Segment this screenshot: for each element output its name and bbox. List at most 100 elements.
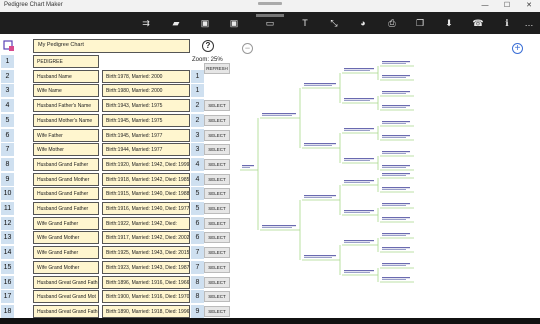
person-name-field[interactable]: Wife Mother — [33, 143, 99, 157]
row-number: 10 — [1, 187, 14, 201]
person-name-field[interactable]: Husband Grand Father — [33, 157, 99, 171]
parent-number: 4 — [191, 172, 204, 186]
person-name-field[interactable]: Wife Name — [33, 84, 99, 98]
person-row: 11 Husband Grand Father Birth:1916, Marrie… — [0, 202, 240, 215]
close-button[interactable]: ✕ — [518, 0, 540, 12]
resize-icon[interactable]: ⤡ — [327, 16, 341, 30]
select-button[interactable]: SELECT — [204, 144, 230, 156]
person-info-field[interactable]: Birth:1945, Married: 1975 — [102, 113, 190, 127]
zoom-out-button[interactable]: − — [242, 43, 253, 54]
select-button[interactable]: SELECT — [204, 114, 230, 126]
person-info-field[interactable]: Birth:1918, Married: 1942, Died: 1985 — [102, 172, 190, 186]
person-info-field[interactable]: Birth:1943, Married: 1975 — [102, 99, 190, 113]
minimize-button[interactable]: — — [474, 0, 496, 12]
person-info-field[interactable]: Birth:1945, Married: 1977 — [102, 128, 190, 142]
tree-gg-grandparent-label — [382, 263, 410, 265]
print-icon[interactable]: ⎙ — [385, 16, 399, 30]
tree-gg-grandparent-label — [382, 105, 410, 107]
person-info-field[interactable]: Birth:1922, Married: 1942, Died: — [102, 216, 190, 230]
person-info-field[interactable]: Birth:1890, Married: 1918, Died: 1996 — [102, 304, 190, 318]
tree-great-grandparent-label — [344, 180, 374, 182]
person-info-field[interactable]: Birth:1925, Married: 1943, Died: 2015 — [102, 246, 190, 260]
person-name-field[interactable]: Husband Grand Father — [33, 202, 99, 215]
open-share-icon[interactable]: ⇉ — [139, 16, 153, 30]
info-icon[interactable]: ℹ — [500, 16, 514, 30]
text-icon[interactable]: T — [298, 16, 312, 30]
refresh-button[interactable]: REFRESH — [204, 62, 230, 74]
person-name-field[interactable]: Husband Grand Father — [33, 187, 99, 201]
parent-number: 7 — [191, 260, 204, 274]
zoom-in-button[interactable]: + — [512, 43, 523, 54]
person-info-field[interactable]: Birth:1900, Married: 1916, Died: 1970 — [102, 290, 190, 304]
maximize-button[interactable]: ☐ — [496, 0, 518, 12]
select-button[interactable]: SELECT — [204, 276, 230, 288]
parent-number: 3 — [191, 143, 204, 157]
person-info-field[interactable]: Birth:1978, Married: 2000 — [102, 69, 190, 83]
select-button[interactable]: SELECT — [204, 158, 230, 170]
person-name-field[interactable]: Wife Grand Father — [33, 246, 99, 260]
person-name-field[interactable]: Husband Mother's Name — [33, 113, 99, 127]
tree-great-grandparent-label — [344, 128, 374, 130]
select-button[interactable]: SELECT — [204, 217, 230, 229]
person-info-field[interactable]: Birth:1916, Married: 1940, Died: 1977 — [102, 202, 190, 215]
person-info-field[interactable]: Birth:1980, Married: 2000 — [102, 84, 190, 98]
person-name-field[interactable]: Wife Grand Father — [33, 216, 99, 230]
person-info-field[interactable]: Birth:1896, Married: 1916, Died: 1966 — [102, 275, 190, 289]
tree-great-grandparent-info — [344, 272, 370, 273]
parent-number: 9 — [191, 304, 204, 318]
row-number: 3 — [1, 84, 14, 98]
person-info-field[interactable]: Birth:1923, Married: 1943, Died: 1987 — [102, 260, 190, 274]
contact-icon[interactable]: ☎ — [471, 16, 485, 30]
help-icon[interactable]: ? — [202, 40, 214, 52]
person-row: 8 Husband Grand Father Birth:1920, Married… — [0, 157, 240, 171]
person-name-field[interactable]: Husband Father's Name — [33, 99, 99, 113]
person-name-field[interactable]: Wife Father — [33, 128, 99, 142]
person-name-field[interactable]: Husband Great Grand Fath — [33, 304, 99, 318]
person-name-field[interactable]: PEDIGREE — [33, 55, 99, 68]
row-number: 2 — [1, 69, 14, 83]
person-name-field[interactable]: Husband Great Grand Fath — [33, 275, 99, 289]
person-row: 16 Husband Great Grand Fath Birth:1896, Ma… — [0, 275, 240, 289]
select-button[interactable]: SELECT — [204, 188, 230, 200]
select-button[interactable]: SELECT — [204, 129, 230, 141]
row-number: 13 — [1, 231, 14, 245]
select-button[interactable]: SELECT — [204, 261, 230, 273]
person-name-field[interactable]: Wife Grand Mother — [33, 260, 99, 274]
tree-great-grandparent-label — [344, 240, 374, 242]
palette-icon[interactable]: ◕ — [356, 16, 370, 30]
tablet-grip[interactable] — [258, 2, 282, 5]
person-name-field[interactable]: Wife Grand Mother — [33, 231, 99, 245]
person-info-field[interactable]: Birth:1944, Married: 1977 — [102, 143, 190, 157]
person-info-field[interactable]: Birth:1917, Married: 1942, Died: 2002 — [102, 231, 190, 245]
save-as-icon[interactable]: ▣ — [227, 16, 241, 30]
chart-app-icon[interactable] — [3, 40, 15, 52]
tree-parent-info — [262, 227, 292, 228]
download-icon[interactable]: ⬇ — [442, 16, 456, 30]
select-button[interactable]: SELECT — [204, 203, 230, 214]
save-icon[interactable]: ▣ — [198, 16, 212, 30]
select-button[interactable]: SELECT — [204, 291, 230, 303]
select-button[interactable]: SELECT — [204, 100, 230, 112]
person-row: 14 Wife Grand Father Birth:1925, Married: … — [0, 246, 240, 260]
select-button[interactable]: SELECT — [204, 173, 230, 185]
person-info-field[interactable]: Birth:1920, Married: 1942, Died: 1999 — [102, 157, 190, 171]
select-button[interactable]: SELECT — [204, 305, 230, 317]
parent-number: 3 — [191, 128, 204, 142]
person-row: 4 Husband Father's Name Birth:1943, Marrie… — [0, 99, 240, 113]
tree-great-grandparent-info — [344, 100, 370, 101]
person-name-field[interactable]: Husband Grand Mother — [33, 172, 99, 186]
layout-icon[interactable]: ▭ — [263, 16, 277, 30]
chart-title-field[interactable]: My Pedigree Chart — [33, 39, 190, 53]
folder-icon[interactable]: ▰ — [169, 16, 183, 30]
person-name-field[interactable]: Husband Great Grand Mot — [33, 290, 99, 304]
person-name-field[interactable]: Husband Name — [33, 69, 99, 83]
more-icon[interactable]: … — [522, 16, 536, 30]
tree-grandparent-label — [304, 255, 336, 257]
person-info-field[interactable]: Birth:1915, Married: 1940, Died: 1988 — [102, 187, 190, 201]
select-button[interactable]: SELECT — [204, 247, 230, 259]
tree-great-grandparent-info — [344, 212, 370, 213]
row-number: 8 — [1, 157, 14, 171]
tree-gg-grandparent-label — [382, 217, 410, 219]
select-button[interactable]: SELECT — [204, 232, 230, 244]
copy-icon[interactable]: ❐ — [413, 16, 427, 30]
